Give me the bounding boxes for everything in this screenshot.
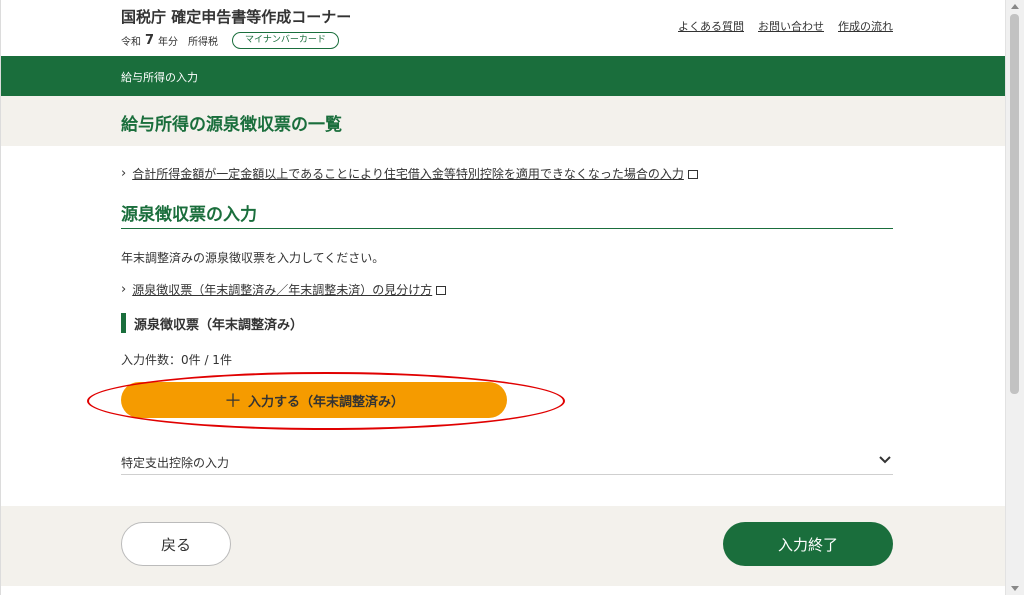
chevron-right-icon: › <box>121 166 127 181</box>
special-deduction-link-row: › 合計所得金額が一定金額以上であることにより住宅借入金等特別控除を適用できなく… <box>121 165 698 182</box>
section-title: 源泉徴収票の入力 <box>121 205 257 225</box>
year-prefix: 令和 <box>121 37 141 48</box>
accordion-label: 特定支出控除の入力 <box>121 456 230 470</box>
page-frame: 国税庁 確定申告書等作成コーナー 令和 7 年分 所得税 マイナンバーカード よ… <box>0 0 1006 595</box>
external-window-icon <box>436 286 447 295</box>
external-window-icon <box>687 170 698 179</box>
specific-expense-accordion[interactable]: 特定支出控除の入力 <box>121 450 893 475</box>
year-number: 7 <box>145 33 155 48</box>
footer-bar: 戻る 入力終了 <box>1 506 1006 586</box>
chevron-down-icon <box>879 456 891 464</box>
faq-link[interactable]: よくある質問 <box>678 18 744 34</box>
mynumber-card-badge: マイナンバーカード <box>232 32 339 49</box>
page-title: 給与所得の源泉徴収票の一覧 <box>121 115 342 135</box>
page-title-band: 給与所得の源泉徴収票の一覧 <box>1 96 1006 146</box>
contact-link[interactable]: お問い合わせ <box>758 18 824 34</box>
add-entry-label: 入力する（年末調整済み） <box>247 394 404 410</box>
entry-count: 入力件数：0件 / 1件 <box>121 353 232 367</box>
withholding-subheading: 源泉徴収票（年末調整済み） <box>121 313 303 333</box>
plus-icon: ＋ <box>223 391 242 412</box>
app-title: 国税庁 確定申告書等作成コーナー <box>121 8 352 26</box>
subheading-label: 源泉徴収票（年末調整済み） <box>134 317 304 333</box>
special-deduction-link[interactable]: 合計所得金額が一定金額以上であることにより住宅借入金等特別控除を適用できなくなっ… <box>132 165 684 182</box>
scrollbar-thumb[interactable] <box>1010 14 1019 394</box>
back-button[interactable]: 戻る <box>121 522 231 566</box>
scroll-up-arrow-icon[interactable] <box>1011 4 1019 9</box>
howto-link-row: › 源泉徴収票（年末調整済み／年末調整未済）の見分け方 <box>121 281 447 298</box>
howto-link[interactable]: 源泉徴収票（年末調整済み／年末調整未済）の見分け方 <box>132 281 432 298</box>
instruction-text: 年末調整済みの源泉徴収票を入力してください。 <box>121 251 385 265</box>
subheading-accent-bar <box>121 313 126 333</box>
tax-type: 所得税 <box>188 37 219 48</box>
chevron-right-icon: › <box>121 282 127 297</box>
add-entry-button[interactable]: ＋ 入力する（年末調整済み） <box>121 382 507 418</box>
section-divider <box>121 228 893 229</box>
vertical-scrollbar[interactable] <box>1005 0 1024 595</box>
site-header: 国税庁 確定申告書等作成コーナー 令和 7 年分 所得税 マイナンバーカード よ… <box>1 0 1006 56</box>
breadcrumb-bar: 給与所得の入力 <box>1 56 1006 96</box>
finish-input-button[interactable]: 入力終了 <box>723 522 893 566</box>
flow-link[interactable]: 作成の流れ <box>838 18 893 34</box>
scroll-down-arrow-icon[interactable] <box>1011 586 1019 591</box>
tax-year-line: 令和 7 年分 所得税 マイナンバーカード <box>121 32 339 49</box>
year-suffix: 年分 <box>158 37 179 48</box>
breadcrumb: 給与所得の入力 <box>121 71 198 84</box>
header-links: よくある質問 お問い合わせ 作成の流れ <box>678 18 893 34</box>
